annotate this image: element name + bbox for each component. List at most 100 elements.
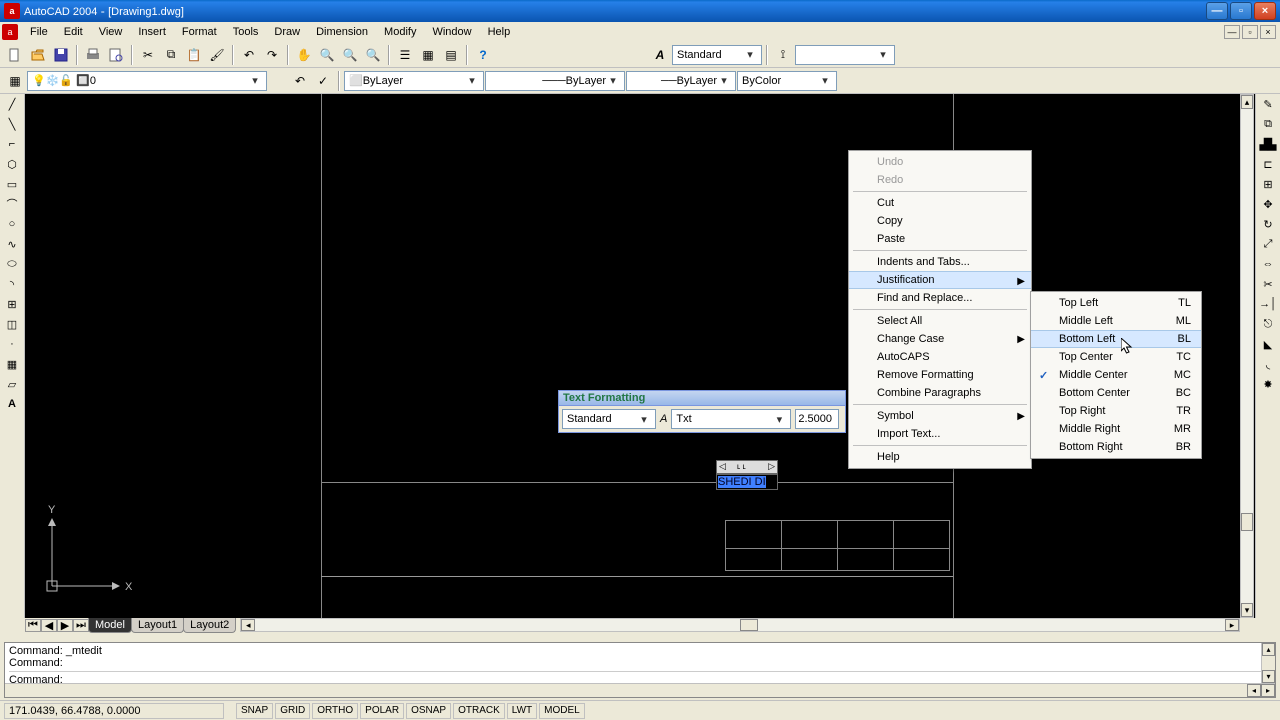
tab-next[interactable]: ▶ <box>57 619 73 632</box>
redo-button[interactable]: ↷ <box>261 44 283 66</box>
save-button[interactable] <box>50 44 72 66</box>
menu-help[interactable]: Help <box>480 24 519 40</box>
cmd-scroll-right[interactable]: ▸ <box>1261 684 1275 697</box>
dim-style-combo[interactable]: ▾ <box>795 45 895 65</box>
menu-format[interactable]: Format <box>174 24 225 40</box>
justify-ml[interactable]: Middle LeftML <box>1031 312 1201 330</box>
menu-edit[interactable]: Edit <box>56 24 91 40</box>
polygon-tool[interactable]: ⬡ <box>1 154 23 174</box>
plotstyle-combo[interactable]: ByColor▾ <box>737 71 837 91</box>
scroll-thumb-v[interactable] <box>1241 513 1253 531</box>
print-button[interactable] <box>82 44 104 66</box>
scroll-left-button[interactable]: ◂ <box>241 619 255 631</box>
justify-tl[interactable]: Top LeftTL <box>1031 294 1201 312</box>
text-style-combo[interactable]: Standard▾ <box>672 45 762 65</box>
child-minimize[interactable]: — <box>1224 25 1240 39</box>
match-properties-button[interactable]: 🖌 <box>206 44 228 66</box>
text-style-select[interactable]: Standard▾ <box>562 409 656 429</box>
menu-window[interactable]: Window <box>424 24 479 40</box>
mirror-tool[interactable]: ▟▙ <box>1257 134 1279 154</box>
command-line[interactable]: Command: _mtedit Command: Command: ▴ ▾ ◂… <box>4 642 1276 698</box>
tab-first[interactable]: ⏮ <box>25 619 41 632</box>
mtext-ruler[interactable]: ◁ ʟ ʟ ▷ <box>716 460 778 474</box>
maximize-button[interactable]: ▫ <box>1230 2 1252 20</box>
ctx-item-copy[interactable]: Copy <box>849 212 1031 230</box>
ctx-item-symbol[interactable]: Symbol▶ <box>849 407 1031 425</box>
justify-mc[interactable]: Middle Center✓MC <box>1031 366 1201 384</box>
tab-layout2[interactable]: Layout2 <box>183 618 236 633</box>
child-close[interactable]: × <box>1260 25 1276 39</box>
menu-tools[interactable]: Tools <box>225 24 267 40</box>
scroll-down-button[interactable]: ▾ <box>1241 603 1253 617</box>
tab-last[interactable]: ⏭ <box>73 619 89 632</box>
hatch-tool[interactable]: ▦ <box>1 354 23 374</box>
insert-block-tool[interactable]: ⊞ <box>1 294 23 314</box>
ctx-item-select-all[interactable]: Select All <box>849 312 1031 330</box>
ctx-item-help[interactable]: Help <box>849 448 1031 466</box>
ellipse-tool[interactable]: ⬭ <box>1 254 23 274</box>
undo-button[interactable]: ↶ <box>238 44 260 66</box>
rotate-tool[interactable]: ↻ <box>1257 214 1279 234</box>
rectangle-tool[interactable]: ▭ <box>1 174 23 194</box>
layer-previous-button[interactable]: ↶ <box>289 70 311 92</box>
ctx-item-combine-paragraphs[interactable]: Combine Paragraphs <box>849 384 1031 402</box>
menu-file[interactable]: File <box>22 24 56 40</box>
zoom-realtime-button[interactable]: 🔍 <box>316 44 338 66</box>
ctx-item-paste[interactable]: Paste <box>849 230 1031 248</box>
break-tool[interactable]: ⎋ <box>1257 314 1279 334</box>
tab-prev[interactable]: ◀ <box>41 619 57 632</box>
line-tool[interactable]: ╱ <box>1 94 23 114</box>
linetype-combo[interactable]: ─── ByLayer▾ <box>485 71 625 91</box>
tab-model[interactable]: Model <box>88 618 132 633</box>
menu-view[interactable]: View <box>91 24 131 40</box>
design-center-button[interactable]: ▦ <box>417 44 439 66</box>
text-tool[interactable]: A <box>1 394 23 414</box>
help-button[interactable]: ? <box>472 44 494 66</box>
ctx-item-cut[interactable]: Cut <box>849 194 1031 212</box>
mtext-editor[interactable]: ◁ ʟ ʟ ▷ SHEDI DI <box>716 460 778 490</box>
color-combo[interactable]: ⬜ ByLayer ▾ <box>344 71 484 91</box>
copy-tool[interactable]: ⧉ <box>1257 114 1279 134</box>
cmd-scroll-down[interactable]: ▾ <box>1262 670 1275 683</box>
ctx-item-import-text-[interactable]: Import Text... <box>849 425 1031 443</box>
close-button[interactable]: × <box>1254 2 1276 20</box>
zoom-previous-button[interactable]: 🔍 <box>362 44 384 66</box>
coordinates-display[interactable]: 171.0439, 66.4788, 0.0000 <box>4 703 224 719</box>
polar-toggle[interactable]: POLAR <box>360 703 404 719</box>
cmd-scroll-up[interactable]: ▴ <box>1262 643 1275 656</box>
layer-properties-button[interactable]: ▦ <box>4 70 26 92</box>
arc-tool[interactable]: ⌒ <box>1 194 23 214</box>
scroll-up-button[interactable]: ▴ <box>1241 95 1253 109</box>
ortho-toggle[interactable]: ORTHO <box>312 703 358 719</box>
spline-tool[interactable]: ∿ <box>1 234 23 254</box>
stretch-tool[interactable]: ⇔ <box>1257 254 1279 274</box>
doc-icon[interactable]: a <box>2 24 18 40</box>
ctx-item-justification[interactable]: Justification▶ <box>849 271 1031 289</box>
ctx-item-remove-formatting[interactable]: Remove Formatting <box>849 366 1031 384</box>
region-tool[interactable]: ▱ <box>1 374 23 394</box>
minimize-button[interactable]: — <box>1206 2 1228 20</box>
scroll-right-button[interactable]: ▸ <box>1225 619 1239 631</box>
point-tool[interactable]: · <box>1 334 23 354</box>
mtext-content[interactable]: SHEDI DI <box>716 474 778 490</box>
array-tool[interactable]: ⊞ <box>1257 174 1279 194</box>
menu-modify[interactable]: Modify <box>376 24 424 40</box>
menu-dimension[interactable]: Dimension <box>308 24 376 40</box>
tab-layout1[interactable]: Layout1 <box>131 618 184 633</box>
extend-tool[interactable]: →│ <box>1257 294 1279 314</box>
justify-mr[interactable]: Middle RightMR <box>1031 420 1201 438</box>
explode-tool[interactable]: ✸ <box>1257 374 1279 394</box>
circle-tool[interactable]: ○ <box>1 214 23 234</box>
ctx-item-autocaps[interactable]: AutoCAPS <box>849 348 1031 366</box>
snap-toggle[interactable]: SNAP <box>236 703 273 719</box>
ctx-item-change-case[interactable]: Change Case▶ <box>849 330 1031 348</box>
offset-tool[interactable]: ⊏ <box>1257 154 1279 174</box>
copy-button[interactable]: ⧉ <box>160 44 182 66</box>
ellipse-arc-tool[interactable]: ◝ <box>1 274 23 294</box>
text-formatting-toolbar[interactable]: Text Formatting Standard▾ A Txt▾ <box>558 390 846 433</box>
justify-tc[interactable]: Top CenterTC <box>1031 348 1201 366</box>
model-paper-toggle[interactable]: MODEL <box>539 703 585 719</box>
tool-palettes-button[interactable]: ▤ <box>440 44 462 66</box>
xline-tool[interactable]: ╲ <box>1 114 23 134</box>
layer-combo[interactable]: 💡❄️🔓 🔲 0 ▾ <box>27 71 267 91</box>
